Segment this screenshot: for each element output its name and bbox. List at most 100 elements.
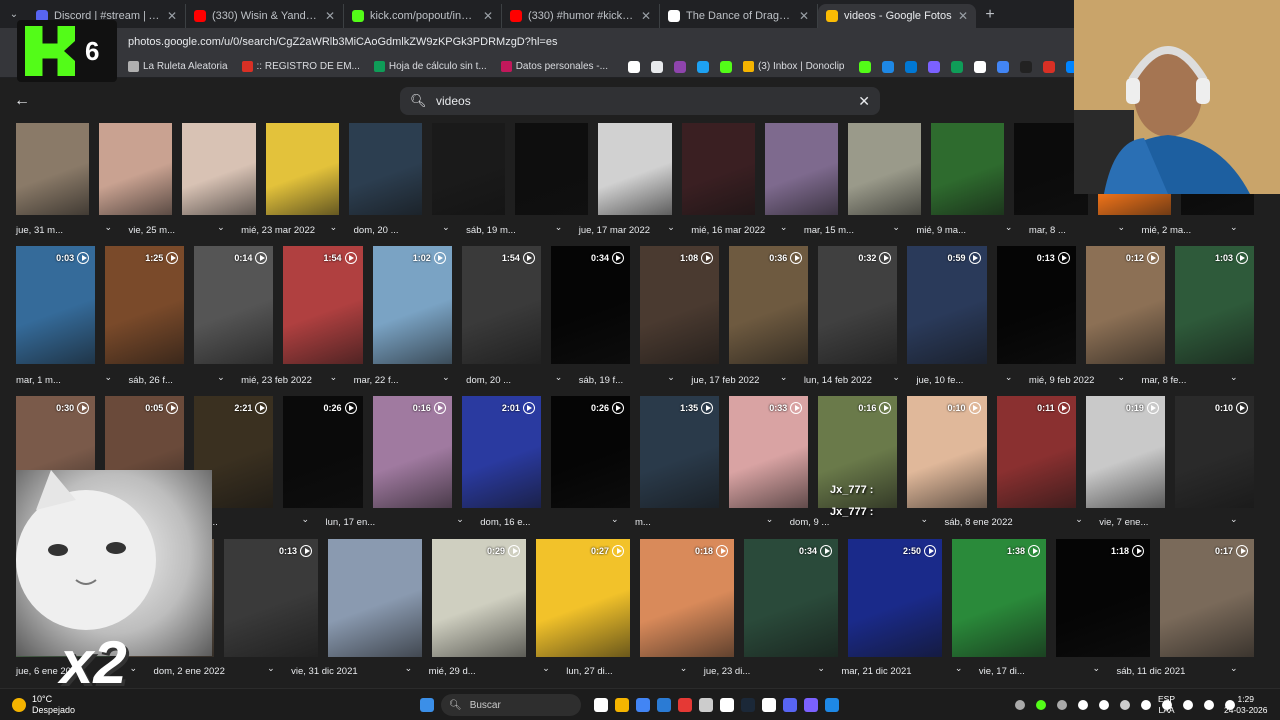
video-thumbnail[interactable] bbox=[432, 123, 506, 215]
video-thumbnail[interactable]: 0:59 bbox=[907, 246, 987, 364]
date-chevron-icon[interactable]: ⌄ bbox=[1117, 372, 1125, 383]
video-thumbnail[interactable]: 2:50 bbox=[848, 539, 942, 657]
clear-search-icon[interactable]: ✕ bbox=[858, 93, 870, 110]
date-chevron-icon[interactable]: ⌄ bbox=[1230, 372, 1238, 383]
video-thumbnail[interactable]: 0:17 bbox=[1160, 539, 1254, 657]
taskbar-app-icon[interactable] bbox=[741, 698, 755, 712]
date-chevron-icon[interactable]: ⌄ bbox=[667, 372, 675, 383]
video-thumbnail[interactable]: 1:38 bbox=[952, 539, 1046, 657]
search-input[interactable]: videos bbox=[436, 94, 858, 108]
bookmark-icon[interactable] bbox=[973, 60, 986, 73]
video-thumbnail[interactable]: 0:33 bbox=[729, 396, 809, 508]
video-thumbnail[interactable]: 0:29 bbox=[432, 539, 526, 657]
browser-tab[interactable]: kick.com/popout/inogard/chat ✕ bbox=[344, 4, 502, 28]
system-tray-icon[interactable] bbox=[1036, 700, 1046, 710]
date-chevron-icon[interactable]: ⌄ bbox=[105, 372, 113, 383]
date-chevron-icon[interactable]: ⌄ bbox=[555, 222, 563, 233]
video-thumbnail[interactable]: 0:11 bbox=[996, 396, 1076, 508]
date-chevron-icon[interactable]: ⌄ bbox=[667, 222, 675, 233]
bookmark-icon[interactable] bbox=[950, 60, 963, 73]
date-chevron-icon[interactable]: ⌄ bbox=[780, 222, 788, 233]
video-thumbnail[interactable] bbox=[515, 123, 589, 215]
taskbar-app-icon[interactable] bbox=[825, 698, 839, 712]
bookmark-item[interactable]: Hoja de cálculo sin t... bbox=[373, 61, 487, 72]
date-chevron-icon[interactable]: ⌄ bbox=[302, 514, 310, 525]
video-thumbnail[interactable]: 0:34 bbox=[550, 246, 630, 364]
date-chevron-icon[interactable]: ⌄ bbox=[456, 514, 464, 525]
date-chevron-icon[interactable]: ⌄ bbox=[955, 663, 963, 674]
date-chevron-icon[interactable]: ⌄ bbox=[1230, 222, 1238, 233]
tab-close-icon[interactable]: ✕ bbox=[958, 9, 968, 23]
bookmark-icon[interactable] bbox=[927, 60, 940, 73]
taskbar-app-icon[interactable] bbox=[594, 698, 608, 712]
new-tab-button[interactable]: + bbox=[976, 6, 1004, 24]
video-thumbnail[interactable]: 1:25 bbox=[105, 246, 185, 364]
system-tray-icon[interactable] bbox=[1057, 700, 1067, 710]
video-thumbnail[interactable]: 1:54 bbox=[283, 246, 363, 364]
date-chevron-icon[interactable]: ⌄ bbox=[680, 663, 688, 674]
date-chevron-icon[interactable]: ⌄ bbox=[267, 663, 275, 674]
system-tray-icon[interactable] bbox=[1141, 700, 1151, 710]
video-thumbnail[interactable]: 1:08 bbox=[640, 246, 720, 364]
bookmark-icon[interactable] bbox=[627, 60, 640, 73]
date-chevron-icon[interactable]: ⌄ bbox=[442, 222, 450, 233]
bookmark-icon[interactable] bbox=[696, 60, 709, 73]
video-thumbnail[interactable] bbox=[848, 123, 922, 215]
video-thumbnail[interactable] bbox=[16, 123, 90, 215]
date-chevron-icon[interactable]: ⌄ bbox=[1005, 372, 1013, 383]
bookmark-icon[interactable] bbox=[881, 60, 894, 73]
system-tray-icon[interactable] bbox=[1204, 700, 1214, 710]
video-thumbnail[interactable] bbox=[265, 123, 339, 215]
date-chevron-icon[interactable]: ⌄ bbox=[892, 222, 900, 233]
back-arrow-icon[interactable]: ← bbox=[14, 92, 30, 110]
video-thumbnail[interactable] bbox=[348, 123, 422, 215]
taskbar-app-icon[interactable] bbox=[804, 698, 818, 712]
bookmark-item-inbox[interactable]: (3) Inbox | Donoclip bbox=[742, 61, 845, 73]
date-chevron-icon[interactable]: ⌄ bbox=[442, 372, 450, 383]
video-thumbnail[interactable] bbox=[764, 123, 838, 215]
video-thumbnail[interactable] bbox=[182, 123, 256, 215]
taskbar-app-icon[interactable] bbox=[720, 698, 734, 712]
system-tray-icon[interactable] bbox=[1099, 700, 1109, 710]
bookmark-icon[interactable] bbox=[904, 60, 917, 73]
video-thumbnail[interactable]: 0:26 bbox=[283, 396, 363, 508]
tab-close-icon[interactable]: ✕ bbox=[483, 9, 493, 23]
video-thumbnail[interactable]: 0:13 bbox=[996, 246, 1076, 364]
video-thumbnail[interactable] bbox=[681, 123, 755, 215]
taskbar-app-icon[interactable] bbox=[699, 698, 713, 712]
system-tray-icon[interactable] bbox=[1183, 700, 1193, 710]
video-thumbnail[interactable]: 0:18 bbox=[640, 539, 734, 657]
video-thumbnail[interactable]: 0:26 bbox=[550, 396, 630, 508]
bookmark-icon[interactable] bbox=[1042, 60, 1055, 73]
date-chevron-icon[interactable]: ⌄ bbox=[105, 222, 113, 233]
browser-tab[interactable]: (330) #humor #kickperu #clips ✕ bbox=[502, 4, 660, 28]
date-chevron-icon[interactable]: ⌄ bbox=[817, 663, 825, 674]
video-thumbnail[interactable]: 2:01 bbox=[461, 396, 541, 508]
video-thumbnail[interactable]: 0:03 bbox=[16, 246, 96, 364]
url-text[interactable]: photos.google.com/u/0/search/CgZ2aWRlb3M… bbox=[128, 36, 557, 48]
date-chevron-icon[interactable]: ⌄ bbox=[892, 372, 900, 383]
video-thumbnail[interactable]: 1:03 bbox=[1174, 246, 1254, 364]
date-chevron-icon[interactable]: ⌄ bbox=[766, 514, 774, 525]
taskbar-app-icon[interactable] bbox=[636, 698, 650, 712]
taskbar-app-icon[interactable] bbox=[762, 698, 776, 712]
video-thumbnail[interactable]: 1:54 bbox=[461, 246, 541, 364]
taskbar-app-icon[interactable] bbox=[615, 698, 629, 712]
bookmark-icon[interactable] bbox=[673, 60, 686, 73]
video-thumbnail[interactable]: 0:27 bbox=[536, 539, 630, 657]
browser-tab[interactable]: videos - Google Fotos ✕ bbox=[818, 4, 976, 28]
video-thumbnail[interactable]: 1:02 bbox=[372, 246, 452, 364]
date-chevron-icon[interactable]: ⌄ bbox=[217, 222, 225, 233]
bookmark-icon[interactable] bbox=[650, 60, 663, 73]
date-chevron-icon[interactable]: ⌄ bbox=[1092, 663, 1100, 674]
date-chevron-icon[interactable]: ⌄ bbox=[1075, 514, 1083, 525]
date-chevron-icon[interactable]: ⌄ bbox=[405, 663, 413, 674]
video-thumbnail[interactable]: 0:19 bbox=[1085, 396, 1165, 508]
system-tray-icon[interactable] bbox=[1078, 700, 1088, 710]
date-chevron-icon[interactable]: ⌄ bbox=[921, 514, 929, 525]
date-chevron-icon[interactable]: ⌄ bbox=[330, 222, 338, 233]
taskbar-app-icon[interactable] bbox=[678, 698, 692, 712]
bookmark-icon[interactable] bbox=[719, 60, 732, 73]
weather-widget[interactable]: 10°C Despejado bbox=[12, 694, 75, 716]
taskbar-app-icon[interactable] bbox=[783, 698, 797, 712]
